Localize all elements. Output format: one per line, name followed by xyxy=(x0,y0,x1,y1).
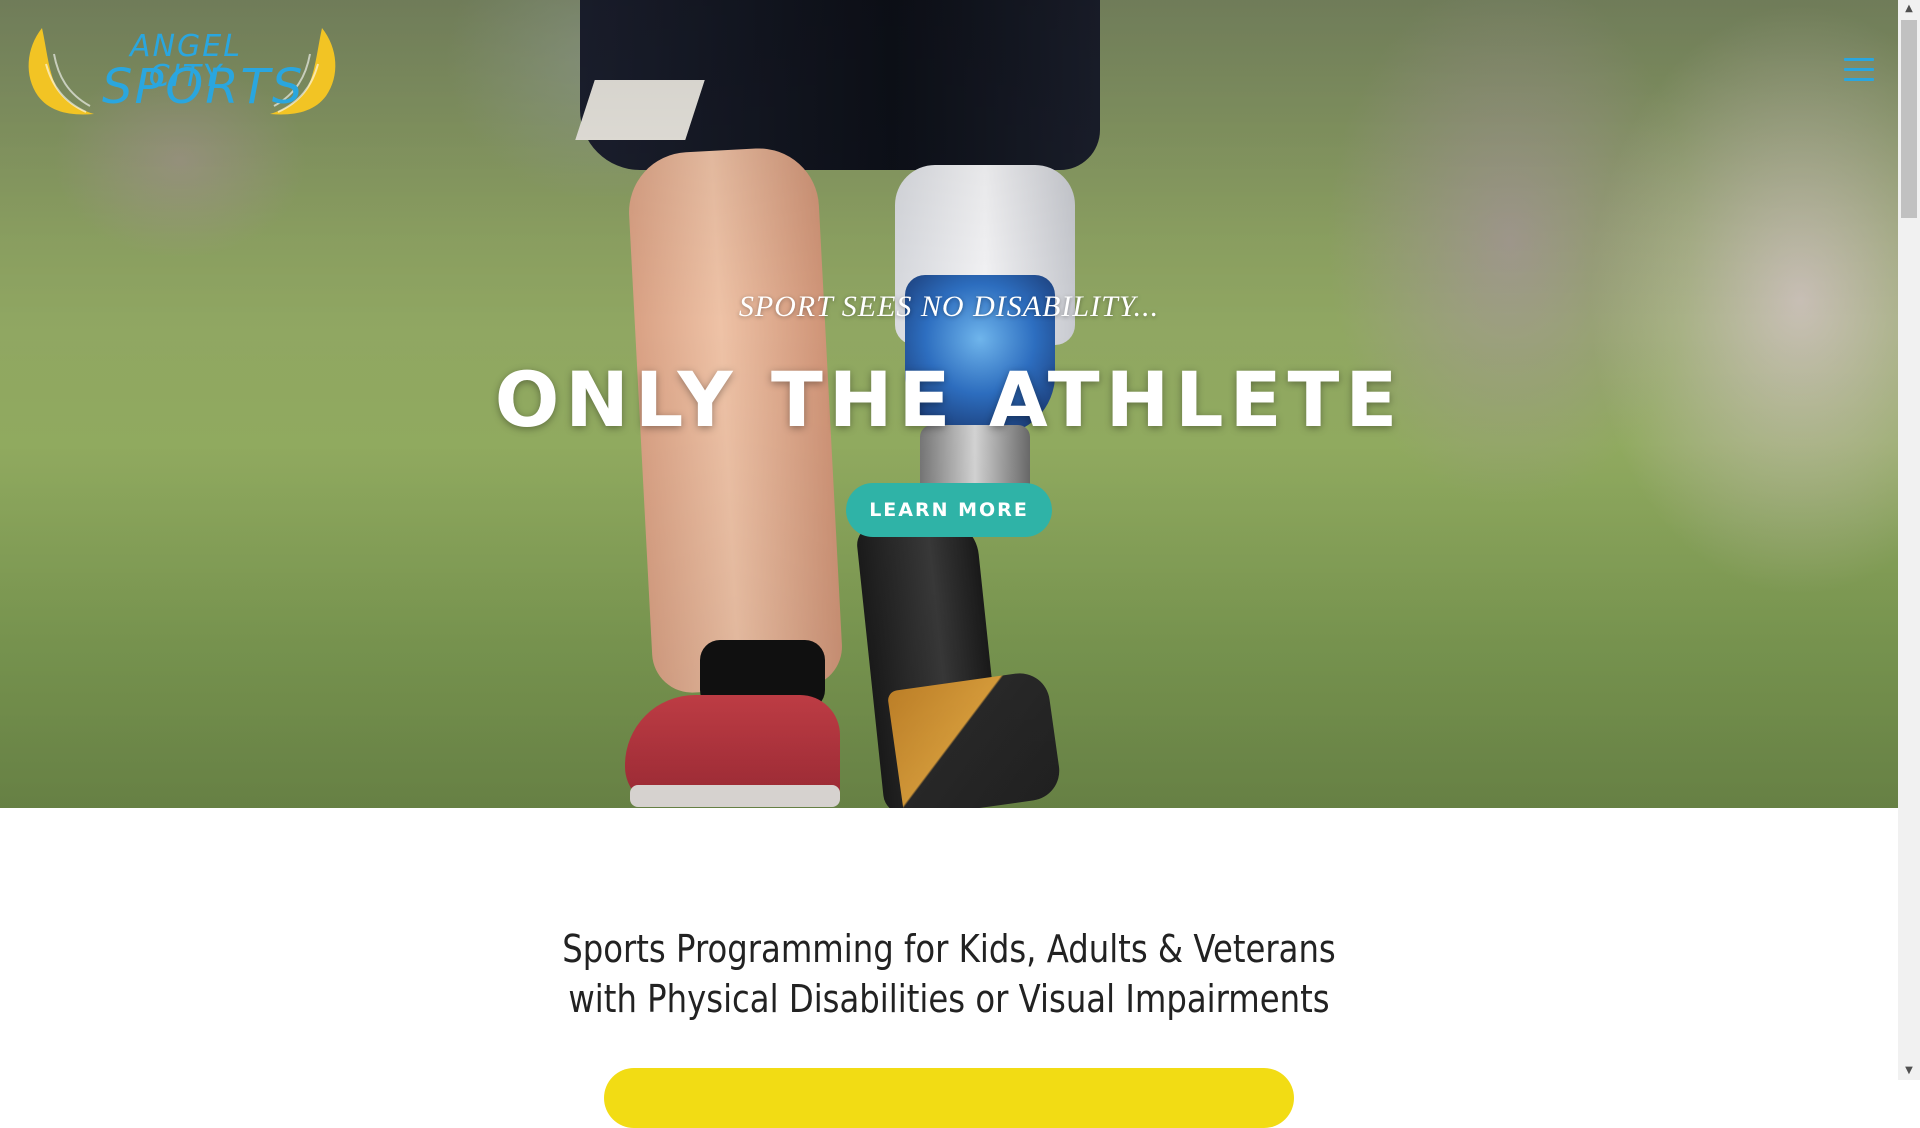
scroll-down-arrow-icon[interactable]: ▼ xyxy=(1898,1062,1920,1080)
vertical-scrollbar[interactable]: ▲ ▼ xyxy=(1898,0,1920,1080)
hamburger-icon-bar xyxy=(1844,68,1874,71)
hamburger-icon-bar xyxy=(1844,58,1874,61)
learn-more-button[interactable]: LEARN MORE xyxy=(846,483,1052,537)
hero-tagline: SPORT SEES NO DISABILITY... xyxy=(738,290,1160,323)
menu-button[interactable] xyxy=(1844,58,1874,82)
hero-image-shorts xyxy=(580,0,1100,170)
hero-image-shoe xyxy=(625,695,840,807)
scrollbar-thumb[interactable] xyxy=(1901,20,1917,218)
site-logo[interactable]: ANGEL CITY SPORTS xyxy=(24,24,340,120)
program-title: Sports Programming for Kids, Adults & Ve… xyxy=(142,924,1755,1024)
program-title-line2: with Physical Disabilities or Visual Imp… xyxy=(568,977,1330,1021)
hero-headline: ONLY THE ATHLETE xyxy=(494,355,1404,444)
yellow-cta-button[interactable] xyxy=(604,1068,1294,1128)
hero-image-running-blade xyxy=(855,514,1005,808)
hero-image-shorts-stripe xyxy=(575,80,705,140)
logo-text-sports: SPORTS xyxy=(102,59,305,115)
left-wing-icon xyxy=(28,28,94,115)
scroll-up-arrow-icon[interactable]: ▲ xyxy=(1898,0,1920,18)
hero-image-shoe-sole xyxy=(630,785,840,807)
program-title-line1: Sports Programming for Kids, Adults & Ve… xyxy=(562,927,1336,971)
hamburger-icon-bar xyxy=(1844,78,1874,81)
hero-image-sock xyxy=(700,640,825,710)
hero-image-blade-foot xyxy=(886,669,1064,808)
